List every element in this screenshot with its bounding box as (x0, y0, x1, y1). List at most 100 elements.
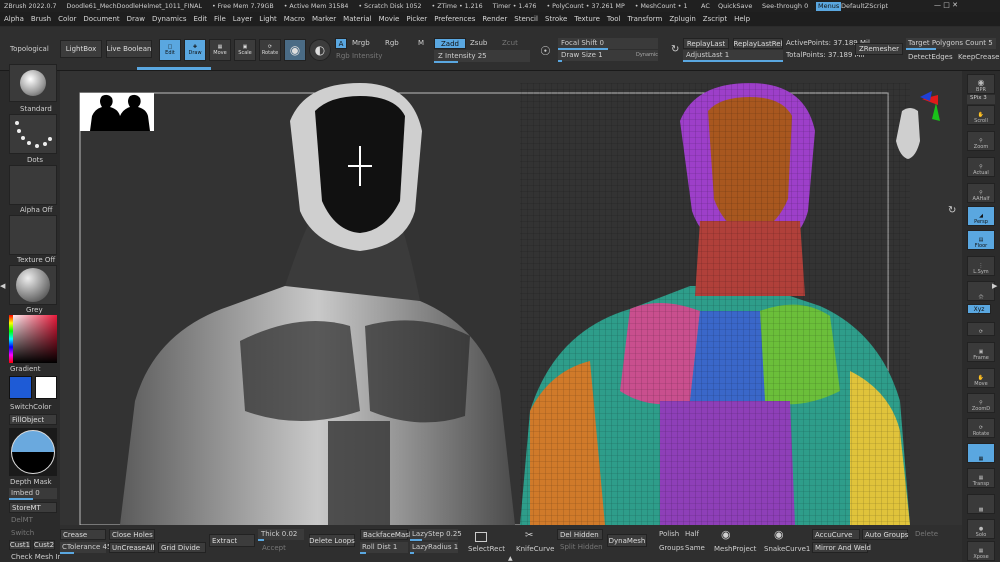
check-mesh-button[interactable]: Check Mesh Int (11, 554, 65, 561)
menu-alpha[interactable]: Alpha (4, 15, 24, 23)
uncrease-all-button[interactable]: UnCreaseAll (109, 542, 155, 553)
menu-zplugin[interactable]: Zplugin (669, 15, 695, 23)
right-tray-arrow-icon[interactable]: ▶ (992, 282, 997, 290)
zoomd-button[interactable]: ⚲ ZoomD (967, 393, 995, 413)
mirror-weld-button[interactable]: Mirror And Weld (812, 542, 871, 553)
color-picker[interactable] (9, 315, 57, 363)
gizmo-button[interactable]: ◉ (284, 39, 306, 61)
scale-button[interactable]: ▣ Scale (234, 39, 256, 61)
close-holes-button[interactable]: Close Holes (109, 529, 155, 540)
menu-macro[interactable]: Macro (284, 15, 305, 23)
rotate-button[interactable]: ⟳ Rotate (259, 39, 281, 61)
left-tray-arrow-icon[interactable]: ◀ (0, 282, 5, 290)
mrgb-button[interactable]: Mrgb (352, 40, 370, 47)
cust2-button[interactable]: Cust2 (33, 540, 55, 550)
menu-marker[interactable]: Marker (312, 15, 336, 23)
menu-file[interactable]: File (214, 15, 226, 23)
menu-picker[interactable]: Picker (406, 15, 427, 23)
menu-brush[interactable]: Brush (31, 15, 51, 23)
menu-transform[interactable]: Transform (628, 15, 663, 23)
menu-tool[interactable]: Tool (607, 15, 621, 23)
texture-thumbnail[interactable] (9, 215, 57, 255)
del-hidden-button[interactable]: Del Hidden (557, 529, 603, 540)
material-thumbnail[interactable] (9, 265, 57, 305)
accucurve-button[interactable]: AccuCurve (812, 529, 860, 540)
rgb-button[interactable]: Rgb (385, 40, 399, 47)
menu-material[interactable]: Material (343, 15, 371, 23)
move-view-button[interactable]: ✋ Move (967, 368, 995, 388)
xyz-button[interactable]: Xyz (967, 304, 991, 314)
dynamic-toggle[interactable]: Dynamic (636, 53, 658, 58)
menu-preferences[interactable]: Preferences (434, 15, 475, 23)
spix-slider[interactable]: SPix 3 (967, 95, 995, 104)
menu-render[interactable]: Render (482, 15, 507, 23)
same-button[interactable]: Same (685, 545, 705, 552)
menu-stencil[interactable]: Stencil (514, 15, 538, 23)
switch-button[interactable]: Switch (11, 530, 34, 537)
brush-thumbnail[interactable] (9, 64, 57, 102)
menu-texture[interactable]: Texture (574, 15, 600, 23)
rotate-view-button[interactable]: ⟳ Rotate (967, 418, 995, 438)
bottom-tray-arrow-icon[interactable]: ▲ (508, 555, 513, 562)
actual-button[interactable]: ⚲ Actual (967, 157, 995, 177)
floor-button[interactable]: ▤ Floor (967, 230, 995, 250)
xpose-button[interactable]: ▦ Xpose (967, 541, 995, 561)
menu-document[interactable]: Document (83, 15, 119, 23)
replay-last-button[interactable]: ReplayLast (683, 38, 729, 49)
lock-button[interactable]: ⚝ (967, 281, 995, 301)
persp-button[interactable]: ◢ Persp (967, 206, 995, 226)
bpr-button[interactable]: ◉ BPR (967, 74, 995, 94)
extract-button[interactable]: Extract (209, 534, 255, 547)
lsym-button[interactable]: ⋮ L.Sym (967, 256, 995, 276)
delete-loops-button[interactable]: Delete Loops (309, 534, 355, 547)
menu-dynamics[interactable]: Dynamics (152, 15, 187, 23)
grid-divide-button[interactable]: Grid Divide (158, 542, 206, 553)
switch-color-button[interactable]: SwitchColor (10, 404, 51, 411)
m-button[interactable]: M (418, 40, 424, 47)
mesh-project-button[interactable]: MeshProject (714, 546, 756, 553)
menu-movie[interactable]: Movie (379, 15, 400, 23)
a-toggle[interactable]: A (335, 38, 347, 49)
zcut-button[interactable]: Zcut (502, 40, 518, 47)
menu-draw[interactable]: Draw (127, 15, 145, 23)
rotate-axis-button[interactable]: ⟳ (967, 322, 995, 336)
primary-color-swatch[interactable] (9, 376, 32, 399)
dynamesh-button[interactable]: DynaMesh (607, 534, 647, 547)
aahalf-button[interactable]: ⚲ AAHalf (967, 183, 995, 203)
quicksave-button[interactable]: QuickSave (718, 3, 752, 10)
split-hidden-button[interactable]: Split Hidden (560, 544, 603, 551)
topological-button[interactable]: Topological (10, 46, 49, 53)
keep-crease-button[interactable]: KeepCrease (958, 54, 999, 61)
menu-layer[interactable]: Layer (233, 15, 253, 23)
menu-edit[interactable]: Edit (193, 15, 207, 23)
rgb-intensity-slider[interactable]: Rgb Intensity (336, 53, 382, 60)
groups-button[interactable]: Groups (659, 545, 684, 552)
refresh-icon[interactable]: ↻ (948, 205, 956, 216)
ac-button[interactable]: AC (701, 3, 710, 10)
zremesher-button[interactable]: ZRemesher (855, 43, 903, 55)
depth-mask-preview[interactable] (9, 428, 57, 476)
edit-button[interactable]: □ Edit (159, 39, 181, 61)
gradient-toggle[interactable]: Gradient (10, 366, 40, 373)
store-mt-button[interactable]: StoreMT (9, 502, 57, 513)
zscript-button[interactable]: DefaultZScript (841, 3, 888, 10)
see-through-slider[interactable]: See-through 0 (762, 3, 808, 10)
lightbox-button[interactable]: LightBox (60, 40, 102, 58)
alpha-thumbnail[interactable] (9, 165, 57, 205)
transp-button[interactable]: ▦ Transp (967, 468, 995, 488)
draw-button[interactable]: ✚ Draw (184, 39, 206, 61)
auto-groups-button[interactable]: Auto Groups (862, 529, 908, 540)
knife-curve-button[interactable]: KnifeCurve (516, 546, 554, 553)
move-button[interactable]: ▦ Move (209, 39, 231, 61)
delete-button[interactable]: Delete (915, 531, 938, 538)
material-sphere-button[interactable]: ◐ (309, 39, 331, 61)
live-boolean-button[interactable]: Live Boolean (106, 40, 152, 58)
cust1-button[interactable]: Cust1 (9, 540, 31, 550)
menu-zscript[interactable]: Zscript (703, 15, 727, 23)
ghost-button[interactable]: ▩ (967, 494, 995, 514)
crease-button[interactable]: Crease (60, 529, 106, 540)
menu-help[interactable]: Help (734, 15, 750, 23)
solo-button[interactable]: ● Solo (967, 519, 995, 539)
menu-color[interactable]: Color (58, 15, 76, 23)
hue-strip[interactable] (9, 315, 13, 363)
